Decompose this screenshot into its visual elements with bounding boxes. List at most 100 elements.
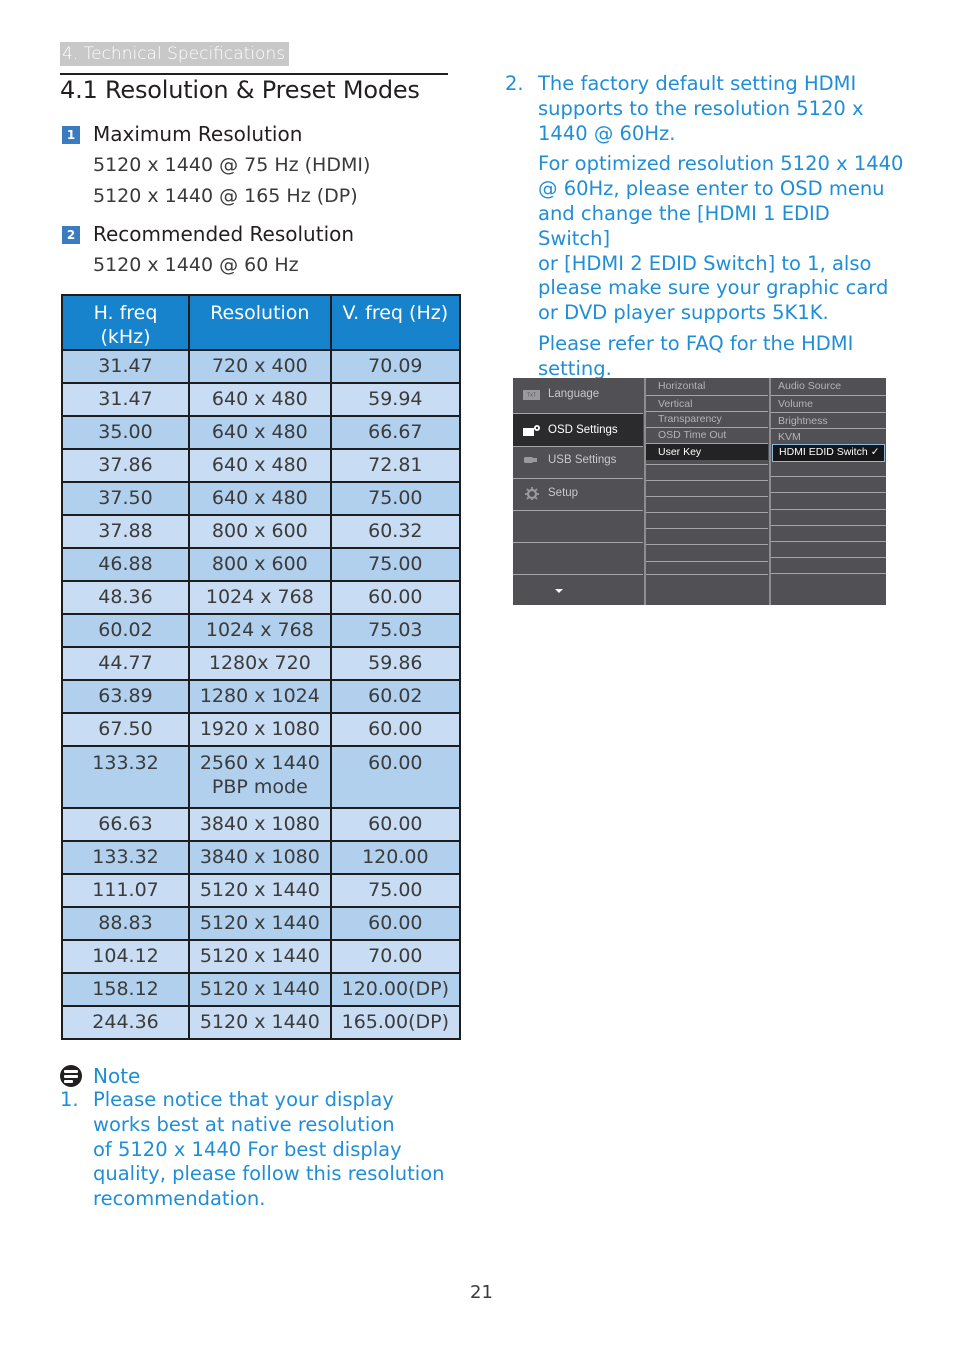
column-header-hfreq: H. freq (kHz) bbox=[60, 294, 191, 351]
cell-vfreq: 120.00(DP) bbox=[329, 972, 462, 1007]
cell-hfreq: 46.88 bbox=[60, 547, 191, 582]
cell-resolution: 5120 x 1440 bbox=[188, 972, 332, 1007]
chevron-down-icon[interactable] bbox=[555, 589, 563, 593]
osd-option[interactable]: Brightness bbox=[771, 413, 886, 429]
note-item-number: 1. bbox=[60, 1088, 79, 1111]
gear-icon bbox=[525, 487, 539, 500]
cell-hfreq: 244.36 bbox=[60, 1005, 191, 1040]
cell-vfreq: 66.67 bbox=[329, 415, 462, 450]
usb-icon bbox=[524, 457, 537, 463]
cell-resolution: 2560 x 1440 PBP mode bbox=[188, 745, 332, 809]
cell-resolution: 5120 x 1440 bbox=[188, 1005, 332, 1040]
cell-hfreq: 31.47 bbox=[60, 349, 191, 384]
cell-vfreq: 60.00 bbox=[329, 807, 462, 842]
cell-vfreq: 59.94 bbox=[329, 382, 462, 417]
cell-hfreq: 44.77 bbox=[60, 646, 191, 681]
cell-vfreq: 60.00 bbox=[329, 580, 462, 615]
cell-resolution: 3840 x 1080 bbox=[188, 840, 332, 875]
cell-resolution: 5120 x 1440 bbox=[188, 906, 332, 941]
cell-resolution: 5120 x 1440 bbox=[188, 939, 332, 974]
cell-vfreq: 165.00(DP) bbox=[329, 1005, 462, 1040]
note-paragraph: Please notice that your display works bes… bbox=[93, 1088, 445, 1211]
osd-option-selected[interactable]: HDMI EDID Switch ✓ bbox=[772, 444, 885, 462]
osd-sub-item[interactable]: OSD Time Out bbox=[646, 427, 768, 443]
cell-hfreq: 133.32 bbox=[60, 745, 191, 809]
table-row: 104.12 5120 x 1440 70.00 bbox=[60, 939, 462, 974]
table-row: 244.36 5120 x 1440 165.00(DP) bbox=[60, 1005, 462, 1040]
table-row: 133.32 2560 x 1440 PBP mode 60.00 bbox=[60, 745, 462, 809]
spec-value: 5120 x 1440 @ 75 Hz (HDMI) bbox=[93, 154, 371, 176]
cell-hfreq: 63.89 bbox=[60, 679, 191, 714]
osd-main-item-usb-settings[interactable]: USB Settings bbox=[513, 444, 643, 476]
osd-options: Audio Source Volume Brightness KVM HDMI … bbox=[771, 378, 886, 605]
osd-option[interactable]: Volume bbox=[771, 396, 886, 412]
osd-option[interactable]: KVM bbox=[771, 429, 886, 445]
cell-hfreq: 158.12 bbox=[60, 972, 191, 1007]
note-item-number: 2. bbox=[505, 72, 524, 95]
osd-sub-item[interactable]: Horizontal bbox=[646, 378, 768, 394]
cell-resolution: 3840 x 1080 bbox=[188, 807, 332, 842]
osd-submenu: Horizontal Vertical Transparency OSD Tim… bbox=[646, 378, 768, 605]
cell-vfreq: 60.00 bbox=[329, 906, 462, 941]
note-label: Note bbox=[93, 1064, 141, 1088]
svg-text:TxT: TxT bbox=[527, 393, 536, 399]
cell-vfreq: 75.03 bbox=[329, 613, 462, 648]
cell-hfreq: 66.63 bbox=[60, 807, 191, 842]
osd-option[interactable]: Audio Source bbox=[771, 378, 886, 394]
note-item-2: The factory default setting HDMI supports… bbox=[538, 72, 908, 382]
table-header-row: H. freq (kHz) Resolution V. freq (Hz) bbox=[60, 294, 462, 351]
preset-modes-table: H. freq (kHz) Resolution V. freq (Hz) 31.… bbox=[60, 294, 462, 1040]
table-row: 133.32 3840 x 1080 120.00 bbox=[60, 840, 462, 875]
cell-hfreq: 88.83 bbox=[60, 906, 191, 941]
cell-hfreq: 133.32 bbox=[60, 840, 191, 875]
note-paragraph: The factory default setting HDMI supports… bbox=[538, 72, 864, 145]
cell-hfreq: 37.88 bbox=[60, 514, 191, 549]
table-row: 46.88 800 x 600 75.00 bbox=[60, 547, 462, 582]
osd-menu-screenshot: TxT Language OSD Settings USB Settings S… bbox=[513, 378, 886, 605]
cell-vfreq: 59.86 bbox=[329, 646, 462, 681]
table-row: 88.83 5120 x 1440 60.00 bbox=[60, 906, 462, 941]
cell-vfreq: 120.00 bbox=[329, 840, 462, 875]
osd-sub-item[interactable]: Vertical bbox=[646, 396, 768, 412]
cell-hfreq: 60.02 bbox=[60, 613, 191, 648]
osd-sub-item-active[interactable]: User Key bbox=[646, 444, 768, 460]
osd-sub-item[interactable]: Transparency bbox=[646, 411, 768, 427]
note-icon bbox=[60, 1065, 82, 1087]
cell-vfreq: 70.00 bbox=[329, 939, 462, 974]
cell-vfreq: 60.00 bbox=[329, 712, 462, 747]
cell-vfreq: 75.00 bbox=[329, 481, 462, 516]
table-row: 66.63 3840 x 1080 60.00 bbox=[60, 807, 462, 842]
cell-resolution: 1024 x 768 bbox=[188, 580, 332, 615]
osd-settings-icon bbox=[523, 425, 540, 436]
cell-vfreq: 60.00 bbox=[329, 745, 462, 809]
cell-resolution: 5120 x 1440 bbox=[188, 873, 332, 908]
cell-resolution: 1280 x 1024 bbox=[188, 679, 332, 714]
osd-main-item-setup[interactable]: Setup bbox=[513, 477, 643, 509]
table-row: 67.50 1920 x 1080 60.00 bbox=[60, 712, 462, 747]
table-row: 63.89 1280 x 1024 60.02 bbox=[60, 679, 462, 714]
cell-hfreq: 35.00 bbox=[60, 415, 191, 450]
table-row: 111.07 5120 x 1440 75.00 bbox=[60, 873, 462, 908]
check-icon: ✓ bbox=[870, 446, 880, 458]
cell-hfreq: 67.50 bbox=[60, 712, 191, 747]
cell-resolution: 800 x 600 bbox=[188, 547, 332, 582]
osd-main-item-osd-settings[interactable]: OSD Settings bbox=[513, 414, 643, 446]
osd-main-item-language[interactable]: TxT Language bbox=[513, 378, 643, 410]
cell-vfreq: 60.32 bbox=[329, 514, 462, 549]
spec-number-badge: 2 bbox=[62, 226, 80, 244]
spec-heading: Maximum Resolution bbox=[93, 122, 303, 146]
osd-main-label: USB Settings bbox=[548, 454, 617, 466]
cell-resolution: 800 x 600 bbox=[188, 514, 332, 549]
cell-vfreq: 75.00 bbox=[329, 547, 462, 582]
column-header-vfreq: V. freq (Hz) bbox=[329, 294, 462, 351]
table-row: 35.00 640 x 480 66.67 bbox=[60, 415, 462, 450]
cell-hfreq: 31.47 bbox=[60, 382, 191, 417]
cell-hfreq: 48.36 bbox=[60, 580, 191, 615]
column-header-resolution: Resolution bbox=[188, 294, 332, 351]
cell-vfreq: 60.02 bbox=[329, 679, 462, 714]
cell-hfreq: 104.12 bbox=[60, 939, 191, 974]
note-item-1: Please notice that your display works bes… bbox=[93, 1088, 463, 1212]
cell-hfreq: 111.07 bbox=[60, 873, 191, 908]
section-tag: 4. Technical Specifications bbox=[60, 42, 290, 66]
spec-heading: Recommended Resolution bbox=[93, 222, 355, 246]
